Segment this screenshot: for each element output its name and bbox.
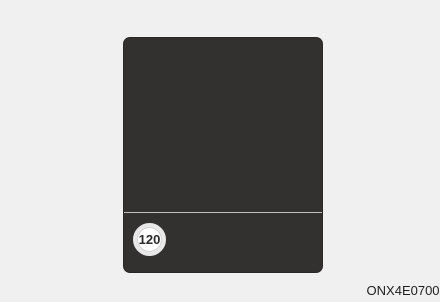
speed-limit-sign-icon: 120 [133,223,166,256]
image-code-label: ONX4E070096 [366,283,440,298]
display-divider [124,212,322,213]
speed-limit-value: 120 [138,232,161,247]
instrument-cluster-display: 120 [124,38,322,272]
